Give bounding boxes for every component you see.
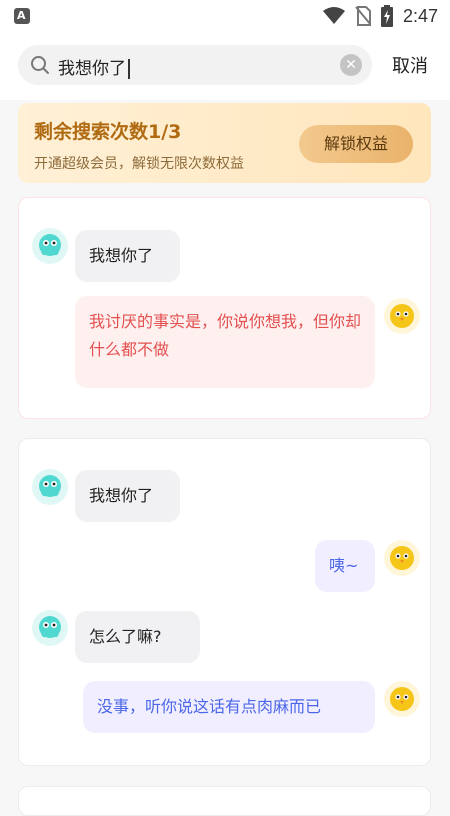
status-bar: A 2:47 [0, 0, 450, 32]
message-bubble-left: 怎么了嘛? [75, 611, 200, 663]
message-bubble-right: 咦~ [315, 540, 375, 592]
clock: 2:47 [402, 5, 438, 26]
message-bubble-left: 我想你了 [75, 230, 180, 282]
message-bubble-right: 我讨厌的事实是，你说你想我，但你却什么都不做 [75, 296, 375, 388]
app-notification-icon: A [14, 8, 30, 24]
message-bubble-right: 没事，听你说这话有点肉麻而已 [83, 681, 375, 733]
clear-icon[interactable]: ✕ [340, 54, 362, 76]
result-card[interactable] [18, 786, 431, 816]
octopus-avatar-icon [32, 469, 68, 505]
wifi-icon [322, 7, 345, 24]
vip-subtitle: 开通超级会员，解锁无限次数权益 [34, 156, 244, 172]
chick-avatar-icon [384, 540, 420, 576]
search-bar: 我想你了 ✕ 取消 [0, 32, 450, 100]
search-icon [31, 56, 49, 74]
result-card[interactable]: 我想你了 咦~ 怎么了嘛? 没事，听你说这话有点肉麻而已 [18, 438, 431, 766]
cancel-button[interactable]: 取消 [392, 52, 428, 78]
battery-charging-icon [380, 5, 393, 27]
octopus-avatar-icon [32, 610, 68, 646]
search-query-text: 我想你了 [58, 54, 130, 79]
octopus-avatar-icon [32, 228, 68, 264]
chick-avatar-icon [384, 681, 420, 717]
chick-avatar-icon [384, 298, 420, 334]
status-icons: 2:47 [322, 4, 438, 28]
result-card[interactable]: 我想你了 我讨厌的事实是，你说你想我，但你却什么都不做 [18, 197, 431, 419]
no-sim-icon [355, 6, 371, 26]
remaining-searches-title: 剩余搜索次数1/3 [34, 121, 182, 143]
message-bubble-left: 我想你了 [75, 470, 180, 522]
text-caret [128, 59, 130, 79]
search-input[interactable]: 我想你了 ✕ [18, 45, 372, 85]
vip-banner: 剩余搜索次数1/3 开通超级会员，解锁无限次数权益 解锁权益 [18, 103, 431, 183]
unlock-benefits-button[interactable]: 解锁权益 [299, 125, 413, 163]
